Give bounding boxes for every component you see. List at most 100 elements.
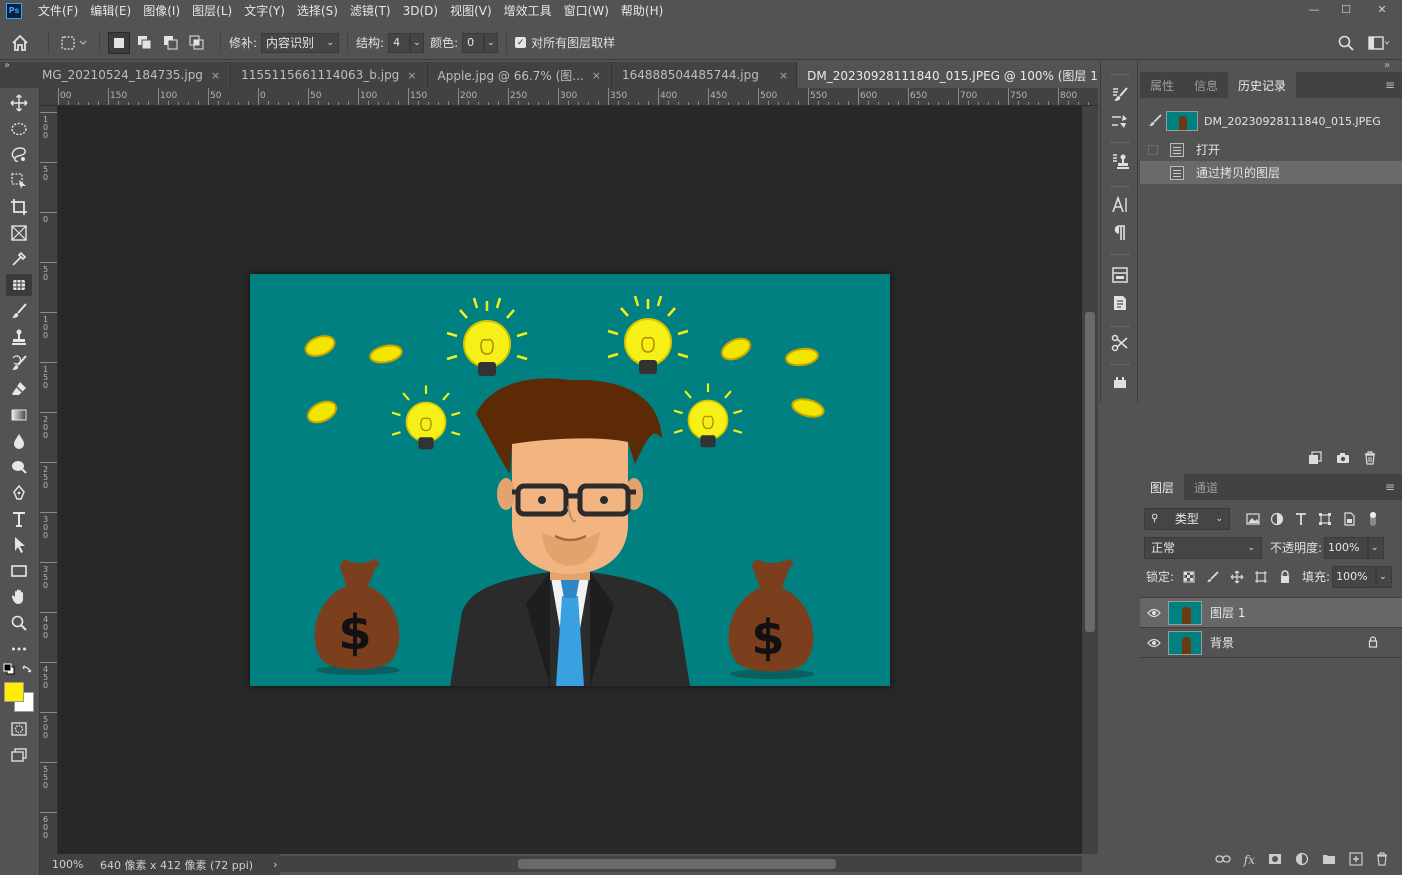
add-mask-icon[interactable]: [1268, 853, 1282, 868]
collapse-right-panels-icon[interactable]: »: [1384, 61, 1402, 72]
lock-image-pixels-icon[interactable]: [1204, 568, 1222, 586]
horizontal-scroll-thumb[interactable]: [518, 859, 836, 869]
tools-scissors-icon[interactable]: [1109, 332, 1131, 354]
frame-tool-icon[interactable]: [6, 222, 32, 244]
more-tools-icon[interactable]: [6, 638, 32, 660]
tab-channels[interactable]: 通道: [1184, 474, 1228, 500]
history-brush-source-icon[interactable]: [1144, 114, 1166, 128]
close-tab-icon[interactable]: ×: [592, 69, 601, 82]
link-layers-icon[interactable]: [1215, 853, 1231, 867]
collapse-toolbar-icon[interactable]: »: [0, 61, 18, 72]
hand-tool-icon[interactable]: [6, 586, 32, 608]
menu-3d[interactable]: 3D(D): [397, 0, 444, 22]
lasso-tool-icon[interactable]: [6, 144, 32, 166]
brushes-icon[interactable]: [1109, 110, 1131, 132]
status-menu-arrow-icon[interactable]: ›: [273, 858, 277, 871]
lock-position-icon[interactable]: [1228, 568, 1246, 586]
close-tab-icon[interactable]: ×: [211, 69, 220, 82]
blur-tool-icon[interactable]: [6, 430, 32, 452]
menu-type[interactable]: 文字(Y): [238, 0, 291, 22]
filter-type-icon[interactable]: [1292, 510, 1310, 528]
add-selection-button[interactable]: [134, 32, 156, 54]
maximize-button[interactable]: ☐: [1330, 0, 1362, 18]
eraser-tool-icon[interactable]: [6, 378, 32, 400]
horizontal-scrollbar[interactable]: [280, 856, 1082, 872]
patch-tool-preset-icon[interactable]: [57, 26, 91, 60]
new-layer-icon[interactable]: [1349, 851, 1363, 869]
tab-properties[interactable]: 属性: [1140, 72, 1184, 98]
filter-smart-object-icon[interactable]: [1340, 510, 1358, 528]
libraries-icon[interactable]: [1109, 264, 1131, 286]
search-icon[interactable]: [1338, 35, 1354, 51]
history-brush-tool-icon[interactable]: [6, 352, 32, 374]
patch-mode-dropdown[interactable]: 内容识别 ⌄: [261, 32, 340, 53]
trash-icon[interactable]: [1364, 450, 1376, 468]
history-source-checkbox[interactable]: [1148, 144, 1158, 155]
rectangle-tool-icon[interactable]: [6, 560, 32, 582]
menu-image[interactable]: 图像(I): [137, 0, 186, 22]
menu-file[interactable]: 文件(F): [32, 0, 84, 22]
menu-window[interactable]: 窗口(W): [558, 0, 615, 22]
filter-pixel-icon[interactable]: [1244, 510, 1262, 528]
patch-tool-icon[interactable]: [6, 274, 32, 296]
panel-menu-icon[interactable]: ≡: [1378, 474, 1402, 500]
workspace-icon[interactable]: [1368, 35, 1390, 50]
structure-field[interactable]: 4: [388, 32, 411, 53]
eye-icon[interactable]: [1140, 638, 1168, 648]
structure-dropdown-button[interactable]: ⌄: [410, 32, 425, 53]
color-field[interactable]: 0: [462, 32, 485, 53]
filter-toggle-icon[interactable]: [1364, 510, 1382, 528]
adjustment-layer-icon[interactable]: [1295, 852, 1309, 869]
tab-history[interactable]: 历史记录: [1228, 72, 1297, 98]
vertical-scroll-thumb[interactable]: [1085, 312, 1095, 632]
tab-layers[interactable]: 图层: [1140, 474, 1185, 500]
fill-slider-button[interactable]: ⌄: [1376, 565, 1393, 588]
close-button[interactable]: ✕: [1362, 0, 1402, 18]
pen-tool-icon[interactable]: [6, 482, 32, 504]
lock-transparent-pixels-icon[interactable]: [1180, 568, 1198, 586]
crop-tool-icon[interactable]: [6, 196, 32, 218]
plugins-icon[interactable]: [1109, 372, 1131, 394]
vertical-scrollbar[interactable]: [1082, 106, 1098, 854]
home-icon[interactable]: [0, 26, 40, 60]
filter-shape-icon[interactable]: [1316, 510, 1334, 528]
doc-tab[interactable]: 1155115661114063_b.jpg ×: [231, 62, 428, 88]
doc-tab[interactable]: 164888504485744.jpg ×: [612, 62, 798, 88]
clone-stamp-tool-icon[interactable]: [6, 326, 32, 348]
brush-settings-icon[interactable]: [1109, 84, 1131, 106]
doc-tab-active[interactable]: DM_20230928111840_015.JPEG @ 100% (图层 1,…: [797, 62, 1098, 88]
sample-all-layers-checkbox[interactable]: ✓: [515, 37, 527, 48]
eye-icon[interactable]: [1140, 608, 1168, 618]
foreground-color-swatch[interactable]: [4, 682, 24, 702]
menu-select[interactable]: 选择(S): [291, 0, 344, 22]
zoom-level-field[interactable]: 100%: [40, 858, 84, 871]
move-tool-icon[interactable]: [6, 92, 32, 114]
blend-mode-dropdown[interactable]: 正常 ⌄: [1144, 536, 1262, 559]
layer-name[interactable]: 背景: [1210, 634, 1234, 651]
swap-colors-icon[interactable]: [20, 662, 34, 676]
camera-icon[interactable]: [1336, 452, 1350, 467]
opacity-slider-button[interactable]: ⌄: [1368, 536, 1385, 559]
menu-view[interactable]: 视图(V): [444, 0, 498, 22]
layer-name[interactable]: 图层 1: [1210, 604, 1245, 621]
menu-edit[interactable]: 编辑(E): [84, 0, 137, 22]
trash-icon[interactable]: [1376, 851, 1388, 869]
quick-mask-icon[interactable]: [6, 718, 32, 740]
history-source-checkbox[interactable]: [1148, 167, 1158, 178]
history-step[interactable]: 打开: [1140, 138, 1402, 161]
object-selection-tool-icon[interactable]: [6, 170, 32, 192]
filter-adjustment-icon[interactable]: [1268, 510, 1286, 528]
new-selection-button[interactable]: [108, 31, 130, 54]
document-image[interactable]: $ $: [250, 274, 890, 686]
canvas-area[interactable]: $ $: [58, 106, 1082, 854]
fx-icon[interactable]: fx: [1244, 853, 1255, 867]
menu-plugins[interactable]: 增效工具: [498, 0, 558, 22]
lock-all-icon[interactable]: [1276, 568, 1294, 586]
doc-tab[interactable]: Apple.jpg @ 66.7% (图... ×: [428, 62, 612, 88]
folder-icon[interactable]: [1322, 853, 1336, 868]
lock-artboard-icon[interactable]: [1252, 568, 1270, 586]
lock-icon[interactable]: [1368, 636, 1378, 651]
brush-tool-icon[interactable]: [6, 300, 32, 322]
layer-filter-dropdown[interactable]: ⚲ 类型 ⌄: [1144, 507, 1230, 530]
zoom-tool-icon[interactable]: [6, 612, 32, 634]
